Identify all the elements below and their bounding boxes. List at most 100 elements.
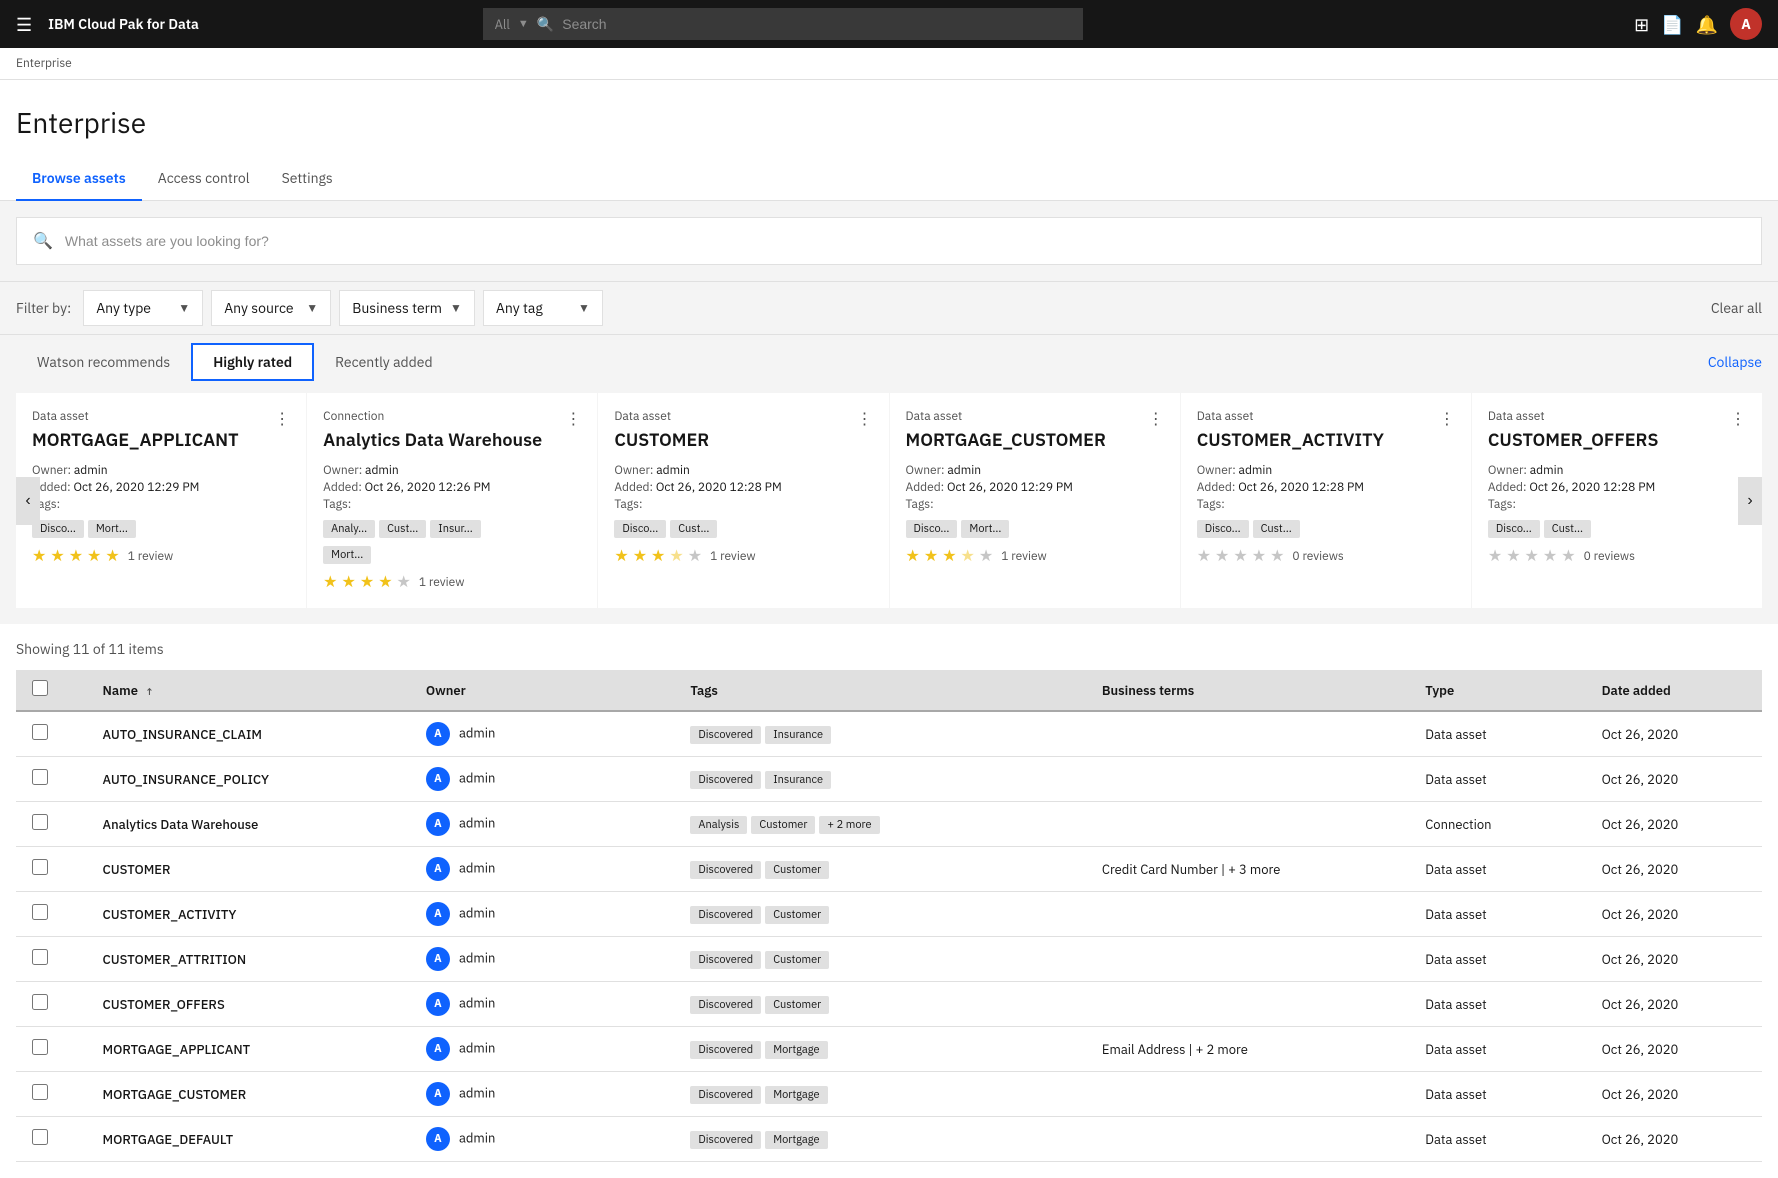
card-2-tag-1: Cust... xyxy=(670,520,717,538)
row-tag-6-1: Customer xyxy=(765,996,829,1014)
card-5-tags: Disco... Cust... xyxy=(1488,520,1746,538)
card-1-stars: ★ ★ ★ ★ ★ 1 review xyxy=(323,572,581,592)
card-5-star-1: ★ xyxy=(1488,546,1502,566)
menu-icon[interactable]: ☰ xyxy=(16,13,32,36)
card-tab-watson[interactable]: Watson recommends xyxy=(16,344,191,380)
header-name[interactable]: Name ↑ xyxy=(87,670,410,711)
filter-type-select[interactable]: Any type ▼ xyxy=(83,290,203,326)
tab-browse-assets[interactable]: Browse assets xyxy=(16,157,142,201)
row-date-5: Oct 26, 2020 xyxy=(1586,937,1762,982)
row-checkbox-1 xyxy=(16,757,87,802)
filter-source-arrow: ▼ xyxy=(306,301,318,316)
row-business-5 xyxy=(1086,937,1409,982)
select-all-checkbox[interactable] xyxy=(32,680,48,696)
card-4-menu[interactable]: ⋮ xyxy=(1439,409,1455,429)
row-tag-1-0: Discovered xyxy=(690,771,761,789)
asset-search-input[interactable] xyxy=(65,233,1745,249)
card-4-added: Added: Oct 26, 2020 12:28 PM xyxy=(1197,480,1455,495)
card-3-name: MORTGAGE_CUSTOMER xyxy=(906,428,1164,451)
row-name-0: AUTO_INSURANCE_CLAIM xyxy=(87,711,410,757)
card-5-reviews: 0 reviews xyxy=(1584,549,1635,564)
row-select-4[interactable] xyxy=(32,904,48,920)
collapse-button[interactable]: Collapse xyxy=(1708,353,1762,371)
row-select-5[interactable] xyxy=(32,949,48,965)
table-row: MORTGAGE_APPLICANT A admin DiscoveredMor… xyxy=(16,1027,1762,1072)
card-3-menu[interactable]: ⋮ xyxy=(1148,409,1164,429)
card-nav-left-button[interactable]: ‹ xyxy=(16,477,40,525)
card-1-tag-0: Analy... xyxy=(323,520,375,538)
row-select-2[interactable] xyxy=(32,814,48,830)
card-5-menu[interactable]: ⋮ xyxy=(1730,409,1746,429)
card-3-tag-0: Disco... xyxy=(906,520,958,538)
sort-icon: ↑ xyxy=(145,685,154,698)
row-select-6[interactable] xyxy=(32,994,48,1010)
card-3-tags: Disco... Mort... xyxy=(906,520,1164,538)
card-tab-highly-rated[interactable]: Highly rated xyxy=(191,343,314,381)
filter-source-select[interactable]: Any source ▼ xyxy=(211,290,331,326)
row-select-0[interactable] xyxy=(32,724,48,740)
row-date-6: Oct 26, 2020 xyxy=(1586,982,1762,1027)
row-checkbox-4 xyxy=(16,892,87,937)
row-name-6: CUSTOMER_OFFERS xyxy=(87,982,410,1027)
table-row: CUSTOMER A admin DiscoveredCustomer Cred… xyxy=(16,847,1762,892)
card-1-star-4: ★ xyxy=(378,572,392,592)
document-icon[interactable]: 📄 xyxy=(1661,13,1683,36)
row-checkbox-2 xyxy=(16,802,87,847)
app-title: IBM Cloud Pak for Data xyxy=(48,15,199,33)
card-4-type: Data asset xyxy=(1197,409,1455,424)
row-type-4: Data asset xyxy=(1409,892,1585,937)
owner-avatar-2: A xyxy=(426,812,450,836)
card-0-owner: Owner: admin xyxy=(32,463,290,478)
card-2-tag-0: Disco... xyxy=(614,520,666,538)
row-name-9: MORTGAGE_DEFAULT xyxy=(87,1117,410,1162)
card-2-name: CUSTOMER xyxy=(614,428,872,451)
global-search-input[interactable] xyxy=(562,16,1070,32)
header-type: Type xyxy=(1409,670,1585,711)
row-select-1[interactable] xyxy=(32,769,48,785)
cards-row: Data asset ⋮ MORTGAGE_APPLICANT Owner: a… xyxy=(16,393,1762,608)
row-business-7: Email Address | + 2 more xyxy=(1086,1027,1409,1072)
card-2-menu[interactable]: ⋮ xyxy=(857,409,873,429)
grid-icon[interactable]: ⊞ xyxy=(1634,13,1649,36)
row-tag-0-1: Insurance xyxy=(765,726,831,744)
card-1-star-1: ★ xyxy=(323,572,337,592)
row-date-1: Oct 26, 2020 xyxy=(1586,757,1762,802)
card-1-star-2: ★ xyxy=(342,572,356,592)
card-nav-right-button[interactable]: › xyxy=(1738,477,1762,525)
row-tag-8-1: Mortgage xyxy=(765,1086,827,1104)
notification-icon[interactable]: 🔔 xyxy=(1696,13,1718,36)
card-4-stars: ★ ★ ★ ★ ★ 0 reviews xyxy=(1197,546,1455,566)
filter-tag-select[interactable]: Any tag ▼ xyxy=(483,290,603,326)
tab-settings[interactable]: Settings xyxy=(266,157,349,201)
filter-term-select[interactable]: Business term ▼ xyxy=(339,290,475,326)
filter-label: Filter by: xyxy=(16,299,71,317)
search-scope-arrow[interactable]: ▼ xyxy=(518,17,529,31)
row-type-6: Data asset xyxy=(1409,982,1585,1027)
table-count: Showing 11 of 11 items xyxy=(16,640,1762,658)
row-select-7[interactable] xyxy=(32,1039,48,1055)
row-business-3: Credit Card Number | + 3 more xyxy=(1086,847,1409,892)
row-select-9[interactable] xyxy=(32,1129,48,1145)
row-owner-7: A admin xyxy=(410,1027,675,1072)
row-tag-2-2: + 2 more xyxy=(819,816,879,834)
card-0-menu[interactable]: ⋮ xyxy=(274,409,290,429)
card-1-added: Added: Oct 26, 2020 12:26 PM xyxy=(323,480,581,495)
card-5-star-2: ★ xyxy=(1506,546,1520,566)
table-row: Analytics Data Warehouse A admin Analysi… xyxy=(16,802,1762,847)
row-tag-9-1: Mortgage xyxy=(765,1131,827,1149)
filter-tag-arrow: ▼ xyxy=(578,301,590,316)
avatar[interactable]: A xyxy=(1730,8,1762,40)
clear-all-button[interactable]: Clear all xyxy=(1711,299,1762,317)
row-select-8[interactable] xyxy=(32,1084,48,1100)
card-4-tag-1: Cust... xyxy=(1253,520,1300,538)
card-4-owner: Owner: admin xyxy=(1197,463,1455,478)
row-tag-3-1: Customer xyxy=(765,861,829,879)
row-tag-0-0: Discovered xyxy=(690,726,761,744)
card-1-menu[interactable]: ⋮ xyxy=(565,409,581,429)
card-tab-recently-added[interactable]: Recently added xyxy=(314,344,453,380)
table-row: CUSTOMER_ACTIVITY A admin DiscoveredCust… xyxy=(16,892,1762,937)
card-4-reviews: 0 reviews xyxy=(1292,549,1343,564)
row-select-3[interactable] xyxy=(32,859,48,875)
card-2: Data asset ⋮ CUSTOMER Owner: admin Added… xyxy=(598,393,888,608)
tab-access-control[interactable]: Access control xyxy=(142,157,266,201)
